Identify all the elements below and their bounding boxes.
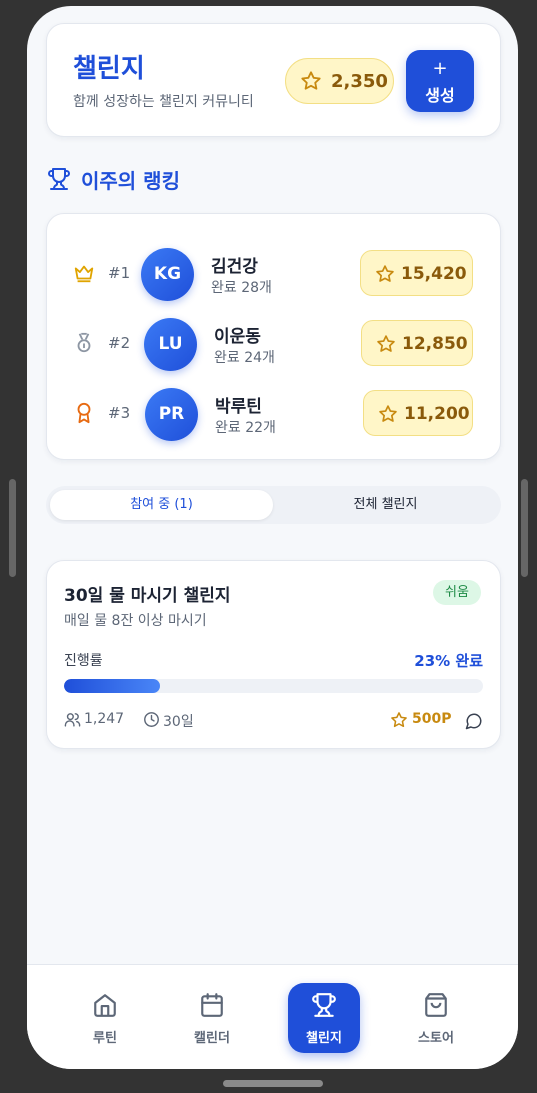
avatar: KG [141,248,194,301]
points-badge: 2,350 [285,58,394,104]
trophy-icon [47,167,71,195]
star-icon [376,334,396,358]
nav-item-store[interactable]: 스토어 [400,983,472,1053]
home-icon [92,992,118,1022]
star-icon [300,70,322,96]
score-value: 15,420 [401,264,467,284]
phone-screen: 챌린지 함께 성장하는 챌린지 커뮤니티 2,350 + 생성 이주의 랭킹 #… [27,6,518,1069]
award-icon [73,402,95,428]
plus-icon: + [432,58,448,79]
ranking-title: 이주의 랭킹 [81,169,180,193]
progress-label: 진행률 [64,653,103,669]
ranking-row[interactable]: #2 LU 이운동 완료 24개 12,850 [47,314,500,374]
nav-item-challenge[interactable]: 챌린지 [288,983,360,1053]
completed-count: 완료 28개 [211,280,272,296]
bottom-navigation: 루틴 캘린더 챌린지 스토어 [27,964,518,1069]
score-badge: 11,200 [363,390,473,436]
avatar: LU [144,318,197,371]
completed-count: 완료 24개 [214,350,275,366]
progress-bar [64,679,483,693]
rank-number: #2 [108,334,131,352]
user-name: 이운동 [214,327,261,347]
progress-value: 23% 완료 [414,652,483,670]
score-badge: 12,850 [361,320,473,366]
header-card: 챌린지 함께 성장하는 챌린지 커뮤니티 2,350 + 생성 [46,23,501,137]
score-value: 11,200 [404,404,470,424]
nav-item-calendar[interactable]: 캘린더 [176,983,248,1053]
comment-icon[interactable] [465,712,483,734]
ranking-card: #1 KG 김건강 완료 28개 15,420 #2 LU 이운동 완료 24개 [46,213,501,460]
users-icon [64,711,81,732]
star-icon [378,404,398,428]
phone-side-button-right [521,479,528,577]
create-challenge-button[interactable]: + 생성 [406,50,474,112]
create-button-label: 생성 [425,86,455,105]
phone-side-button-left [9,479,16,577]
tab-participating[interactable]: 참여 중 (1) [50,490,273,520]
medal-icon [73,332,95,358]
star-icon [390,711,408,733]
progress-bar-fill [64,679,161,693]
page-title: 챌린지 [73,54,145,84]
calendar-icon [199,992,225,1022]
home-indicator [223,1080,323,1087]
star-icon [375,264,395,288]
clock-icon [143,711,160,732]
score-badge: 15,420 [360,250,473,296]
user-name: 김건강 [211,257,258,277]
score-value: 12,850 [402,334,468,354]
points-value: 2,350 [331,71,388,92]
challenge-card[interactable]: 30일 물 마시기 챌린지 쉬움 매일 물 8잔 이상 마시기 진행률 23% … [46,560,501,749]
user-name: 박루틴 [215,397,262,417]
avatar: PR [145,388,198,441]
nav-item-routine[interactable]: 루틴 [69,983,141,1053]
difficulty-badge: 쉬움 [433,580,481,605]
ranking-row[interactable]: #3 PR 박루틴 완료 22개 11,200 [47,384,500,444]
completed-count: 완료 22개 [215,420,276,436]
rank-number: #3 [108,404,131,422]
challenge-title: 30일 물 마시기 챌린지 [64,586,231,606]
challenge-tabs: 참여 중 (1) 전체 챌린지 [46,486,501,524]
ranking-row[interactable]: #1 KG 김건강 완료 28개 15,420 [47,244,500,304]
challenge-description: 매일 물 8잔 이상 마시기 [64,613,207,629]
page-subtitle: 함께 성장하는 챌린지 커뮤니티 [73,94,254,110]
crown-icon [73,262,95,288]
shopping-bag-icon [423,992,449,1022]
trophy-icon [311,992,337,1022]
rank-number: #1 [108,264,131,282]
tab-all-challenges[interactable]: 전체 챌린지 [274,490,497,520]
